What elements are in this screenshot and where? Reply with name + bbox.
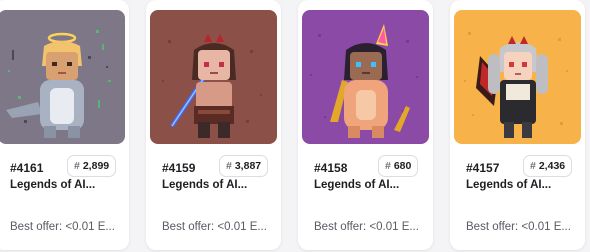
collection-name[interactable]: Legends of AI... bbox=[314, 179, 399, 191]
best-offer: Best offer: <0.01 E... bbox=[10, 221, 115, 233]
rarity-rank-badge: #2,436 bbox=[523, 155, 573, 177]
nft-card[interactable]: #4159 #3,887 Legends of AI... Best offer… bbox=[146, 0, 281, 250]
rank-hash-icon: # bbox=[74, 160, 80, 172]
collection-name[interactable]: Legends of AI... bbox=[10, 179, 95, 191]
rarity-rank: 680 bbox=[393, 160, 412, 172]
nft-card[interactable]: #4161 #2,899 Legends of AI... Best offer… bbox=[0, 0, 129, 250]
best-offer: Best offer: <0.01 E... bbox=[466, 221, 571, 233]
token-id: #4158 bbox=[314, 161, 348, 175]
character-artwork bbox=[0, 10, 125, 144]
token-id: #4161 bbox=[10, 161, 44, 175]
collection-name[interactable]: Legends of AI... bbox=[162, 179, 247, 191]
rank-hash-icon: # bbox=[226, 160, 232, 172]
rank-hash-icon: # bbox=[385, 160, 391, 172]
rarity-rank: 3,887 bbox=[234, 160, 262, 172]
best-offer: Best offer: <0.01 E... bbox=[314, 221, 419, 233]
rarity-rank: 2,899 bbox=[82, 160, 110, 172]
nft-card[interactable]: #4157 #2,436 Legends of AI... Best offer… bbox=[450, 0, 585, 250]
token-id: #4157 bbox=[466, 161, 500, 175]
rarity-rank-badge: #2,899 bbox=[67, 155, 117, 177]
nft-artwork[interactable] bbox=[454, 10, 581, 144]
nft-artwork[interactable] bbox=[150, 10, 277, 144]
rarity-rank-badge: #3,887 bbox=[219, 155, 269, 177]
token-id: #4159 bbox=[162, 161, 196, 175]
nft-grid: #4161 #2,899 Legends of AI... Best offer… bbox=[0, 0, 590, 252]
character-artwork bbox=[302, 10, 429, 144]
nft-artwork[interactable] bbox=[0, 10, 125, 144]
rarity-rank-badge: #680 bbox=[378, 155, 419, 177]
nft-artwork[interactable] bbox=[302, 10, 429, 144]
best-offer: Best offer: <0.01 E... bbox=[162, 221, 267, 233]
rank-hash-icon: # bbox=[530, 160, 536, 172]
rarity-rank: 2,436 bbox=[538, 160, 566, 172]
character-artwork bbox=[150, 10, 277, 144]
collection-name[interactable]: Legends of AI... bbox=[466, 179, 551, 191]
nft-card[interactable]: #4158 #680 Legends of AI... Best offer: … bbox=[298, 0, 433, 250]
character-artwork bbox=[454, 10, 581, 144]
